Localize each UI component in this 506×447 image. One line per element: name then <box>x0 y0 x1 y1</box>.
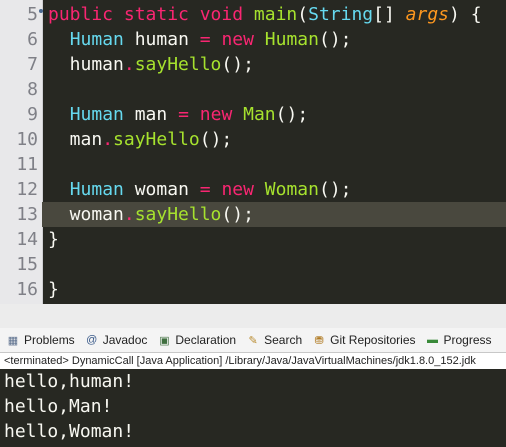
code-token: sayHello <box>134 54 222 75</box>
tab-label: Progress <box>443 333 492 347</box>
code-line[interactable]: Human human = new Human(); <box>48 27 506 52</box>
search-icon: ✎ <box>248 334 258 347</box>
code-token: ( <box>297 4 309 25</box>
line-number: 15 <box>16 254 38 275</box>
code-token: } <box>48 229 59 250</box>
line-number: 7 <box>27 54 38 75</box>
line-number: 5 <box>27 4 38 25</box>
declaration-icon: ▣ <box>159 334 170 347</box>
line-number: 13 <box>16 204 38 225</box>
code-token: (); <box>221 54 254 75</box>
console-line: hello,human! <box>4 371 135 392</box>
code-token: new <box>199 104 244 125</box>
tab-git-repositories[interactable]: ⛃ Git Repositories <box>312 333 416 347</box>
console-line: hello,Man! <box>4 396 113 417</box>
tab-javadoc[interactable]: @ Javadoc <box>85 333 148 347</box>
line-number: 8 <box>27 79 38 100</box>
code-token: . <box>102 129 114 150</box>
panel-divider[interactable] <box>0 304 506 329</box>
code-token: (); <box>199 129 233 150</box>
code-token: man <box>134 104 179 125</box>
code-token: Human <box>264 29 319 50</box>
code-token: human <box>48 54 124 75</box>
progress-icon: ▬ <box>427 334 438 346</box>
line-number: 10 <box>16 129 38 150</box>
code-token: (); <box>318 179 352 200</box>
tab-label: Declaration <box>175 333 237 347</box>
javadoc-icon: @ <box>86 334 98 346</box>
line-number: 12 <box>16 179 38 200</box>
line-number: 14 <box>16 229 38 250</box>
code-token: void <box>199 4 254 25</box>
code-line[interactable]: Human man = new Man(); <box>48 102 506 127</box>
console-output[interactable]: hello,human! hello,Man! hello,Woman! <box>0 369 506 447</box>
code-token: sayHello <box>113 129 200 150</box>
code-token: [] <box>373 4 406 25</box>
code-token: sayHello <box>134 204 222 225</box>
code-line[interactable]: public static void main(String[] args) { <box>48 2 506 27</box>
line-number: 6 <box>27 29 38 50</box>
code-token: } <box>48 279 59 300</box>
code-token: Human <box>69 104 135 125</box>
code-token: String <box>308 4 374 25</box>
line-number: 11 <box>16 154 38 175</box>
code-line[interactable]: } <box>48 227 506 252</box>
console-line: hello,Woman! <box>4 421 135 442</box>
problems-icon: ▦ <box>7 334 19 347</box>
code-token: Human <box>69 29 135 50</box>
code-token: Human <box>69 179 135 200</box>
code-token: main <box>253 4 298 25</box>
code-token: = <box>199 29 222 50</box>
code-token: public <box>48 4 124 25</box>
tab-progress[interactable]: ▬ Progress <box>426 333 492 347</box>
tab-label: Problems <box>24 333 75 347</box>
code-token: Woman <box>264 179 319 200</box>
code-token: woman <box>134 179 200 200</box>
line-number: 16 <box>16 279 38 300</box>
code-token: args <box>405 4 450 25</box>
code-token: . <box>123 204 135 225</box>
line-number: 9 <box>27 104 38 125</box>
code-token: new <box>221 29 265 50</box>
code-token: (); <box>275 104 309 125</box>
code-token: Man <box>243 104 276 125</box>
code-token: man <box>48 129 103 150</box>
code-token: = <box>178 104 200 125</box>
console-tab-bar: ▦ Problems @ Javadoc ▣ Declaration ✎ Search ⛃ Git… <box>0 328 506 353</box>
tab-label: Javadoc <box>102 333 148 347</box>
code-line[interactable]: woman.sayHello(); <box>42 202 506 227</box>
code-token: (); <box>221 204 254 225</box>
git-repositories-icon: ⛃ <box>314 334 324 347</box>
line-number-gutter: 5 6 7 8 9 10 11 12 13 14 15 16 <box>0 0 43 304</box>
tab-label: Git Repositories <box>330 333 416 347</box>
tab-problems[interactable]: ▦ Problems <box>6 333 75 347</box>
fold-marker-icon[interactable] <box>39 9 43 13</box>
code-token: woman <box>48 204 124 225</box>
code-line[interactable]: } <box>48 277 506 302</box>
console-status: <terminated> DynamicCall [Java Applicati… <box>0 353 506 369</box>
code-line[interactable]: Human woman = new Woman(); <box>48 177 506 202</box>
tab-label: Search <box>264 333 303 347</box>
code-token: ) { <box>449 4 482 25</box>
code-line[interactable]: human.sayHello(); <box>48 52 506 77</box>
code-line[interactable] <box>48 77 506 102</box>
code-editor[interactable]: 5 6 7 8 9 10 11 12 13 14 15 16 public st… <box>0 0 506 304</box>
tab-search[interactable]: ✎ Search <box>246 333 302 347</box>
code-token: (); <box>318 29 352 50</box>
code-line[interactable]: man.sayHello(); <box>48 127 506 152</box>
code-token: human <box>134 29 200 50</box>
code-token: . <box>123 54 135 75</box>
code-area[interactable]: public static void main(String[] args) {… <box>42 0 506 304</box>
tab-declaration[interactable]: ▣ Declaration <box>157 333 236 347</box>
code-token: = <box>199 179 222 200</box>
code-line[interactable] <box>48 152 506 177</box>
code-token: static <box>123 4 200 25</box>
code-line[interactable] <box>48 252 506 277</box>
code-token: new <box>221 179 265 200</box>
